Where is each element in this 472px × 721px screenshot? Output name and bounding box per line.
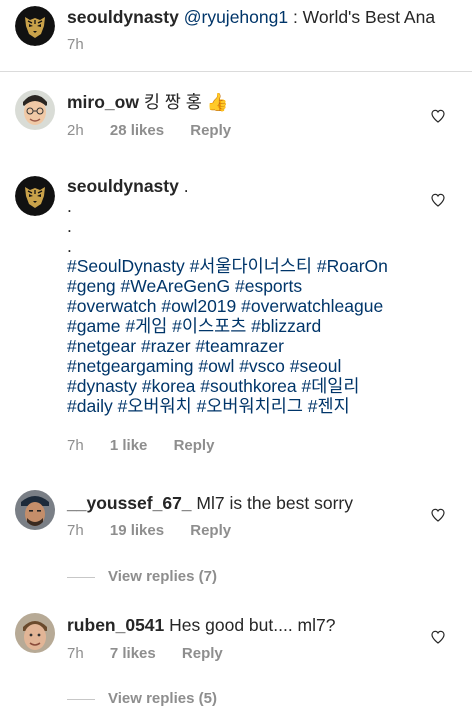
comment-body: seouldynasty . . . . #SeoulDynasty #서울다이… [67,176,422,416]
reply-button[interactable]: Reply [174,437,215,454]
heart-icon[interactable] [430,108,446,124]
heart-icon[interactable] [430,507,446,523]
hashtag-line[interactable]: #netgeargaming #owl #vsco #seoul [67,356,422,376]
caption-meta: 7h [67,36,106,54]
comment-meta: 7h 19 likes Reply [67,522,253,540]
view-replies-label: View replies (7) [108,568,217,585]
comment-meta: 2h 28 likes Reply [67,122,253,140]
timestamp: 2h [67,122,84,139]
comment-meta: 7h 1 like Reply [67,437,236,455]
username[interactable]: __youssef_67_ [67,493,192,513]
view-replies-button[interactable]: View replies (7) [67,568,217,586]
likes-count[interactable]: 1 like [110,437,148,454]
tiger-logo-icon [15,6,55,46]
dot-line: . [67,216,72,236]
comment-body: ruben_0541 Hes good but.... ml7? [67,615,422,635]
username[interactable]: miro_ow [67,92,139,112]
timestamp: 7h [67,645,84,662]
mention-link[interactable]: @ryujehong1 [184,7,288,27]
person-avatar-icon [15,490,55,530]
likes-count[interactable]: 7 likes [110,645,156,662]
comment-text: 킹 짱 홍 👍 [138,92,229,112]
username[interactable]: seouldynasty [67,176,179,196]
likes-count[interactable]: 19 likes [110,522,164,539]
hashtag-line[interactable]: #dynasty #korea #southkorea #데일리 [67,376,422,396]
dot-line: . [67,236,72,256]
comment-text: Ml7 is the best sorry [191,493,353,513]
dot-line: . [67,196,72,216]
avatar-seouldynasty[interactable] [15,176,55,216]
comment-text: Hes good but.... ml7? [164,615,336,635]
comments-screen: seouldynasty @ryujehong1 : World's Best … [0,0,472,721]
reply-button[interactable]: Reply [182,645,223,662]
timestamp: 7h [67,36,84,53]
timestamp: 7h [67,522,84,539]
avatar-ruben[interactable] [15,613,55,653]
hashtag-line[interactable]: #geng #WeAreGenG #esports [67,276,422,296]
comment-body: miro_ow 킹 짱 홍 👍 [67,92,422,112]
comment-meta: 7h 7 likes Reply [67,645,245,663]
hashtag-line[interactable]: #daily #오버워치 #오버워치리그 #젠지 [67,396,422,416]
divider [0,71,472,72]
comment-text: : World's Best Ana [288,7,436,27]
tiger-logo-icon [15,176,55,216]
comment-body: __youssef_67_ Ml7 is the best sorry [67,493,422,513]
view-replies-label: View replies (5) [108,690,217,707]
view-replies-button[interactable]: View replies (5) [67,690,217,708]
username[interactable]: ruben_0541 [67,615,164,635]
person-avatar-icon [15,90,55,130]
timestamp: 7h [67,437,84,454]
username[interactable]: seouldynasty [67,7,179,27]
avatar-youssef[interactable] [15,490,55,530]
hashtag-line[interactable]: #netgear #razer #teamrazer [67,336,422,356]
replies-line [67,698,95,700]
reply-button[interactable]: Reply [190,122,231,139]
caption-body: seouldynasty @ryujehong1 : World's Best … [67,7,462,27]
avatar-seouldynasty[interactable] [15,6,55,46]
avatar-miro-ow[interactable] [15,90,55,130]
replies-line [67,576,95,578]
hashtag-line[interactable]: #SeoulDynasty #서울다이너스티 #RoarOn [67,256,422,276]
comment-text: . [178,176,189,196]
heart-icon[interactable] [430,629,446,645]
hashtag-line[interactable]: #overwatch #owl2019 #overwatchleague [67,296,422,316]
reply-button[interactable]: Reply [190,522,231,539]
hashtag-line[interactable]: #game #게임 #이스포츠 #blizzard [67,316,422,336]
heart-icon[interactable] [430,192,446,208]
likes-count[interactable]: 28 likes [110,122,164,139]
person-avatar-icon [15,613,55,653]
